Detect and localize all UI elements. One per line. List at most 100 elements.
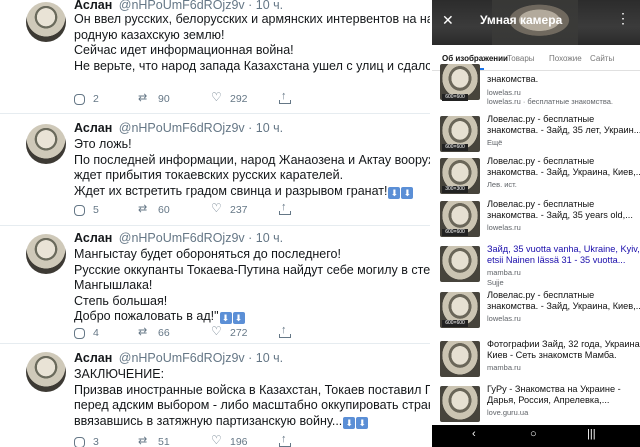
tweet[interactable]: Аслан @nHPoUmF6dROjz9v · 10 ч. Мангыстау… xyxy=(0,226,430,344)
image-size-badge: 600×600 xyxy=(442,320,468,327)
result-source[interactable]: mamba.ru xyxy=(487,268,521,277)
retweet-count: 60 xyxy=(158,204,170,216)
result-title[interactable]: Зайд, 35 vuotta vanha, Ukraine, Kyiv, ets… xyxy=(487,244,640,266)
tweet-actions: 2 90 292 xyxy=(74,90,314,107)
result-thumbnail[interactable] xyxy=(440,341,480,377)
reply-button[interactable]: 3 xyxy=(74,436,99,447)
share-button[interactable] xyxy=(279,201,291,215)
like-button[interactable]: 196 xyxy=(211,433,248,447)
tweet-time[interactable]: · 10 ч. xyxy=(248,121,283,135)
result-title[interactable]: Ловелас.ру - бесплатные знакомства. - Зай… xyxy=(487,114,640,136)
share-icon xyxy=(279,90,291,104)
reply-button[interactable]: 2 xyxy=(74,93,99,105)
tweet[interactable]: Аслан @nHPoUmF6dROjz9v · 10 ч. ЗАКЛЮЧЕНИ… xyxy=(0,344,430,447)
result-title[interactable]: ГуРу - Знакомства на Украине - Дарья, Рос… xyxy=(487,384,637,406)
tweet-line: Степь большая! xyxy=(74,293,168,308)
more-icon[interactable]: ⋮ xyxy=(616,10,630,27)
result-source[interactable]: love.guru.ua xyxy=(487,408,528,417)
tweet-text: Это ложь! По последней информации, народ… xyxy=(74,137,430,200)
result-thumbnail[interactable] xyxy=(440,246,480,282)
tweet-line: Мангыстау будет обороняться до последнег… xyxy=(74,247,341,261)
result-source[interactable]: Ещё xyxy=(487,138,502,147)
avatar[interactable] xyxy=(26,124,66,164)
recents-icon[interactable]: ||| xyxy=(587,428,596,440)
result-source: lowelas.ru · бесплатные знакомства. xyxy=(487,97,614,106)
author-name[interactable]: Аслан xyxy=(74,121,112,135)
tweet-actions: 5 60 237 xyxy=(74,201,314,218)
author-handle[interactable]: @nHPoUmF6dROjz9v xyxy=(119,351,245,365)
tweet-time[interactable]: · 10 ч. xyxy=(248,351,283,365)
result-source[interactable]: mamba.ru xyxy=(487,363,521,372)
image-size-badge: 600×600 xyxy=(442,144,468,151)
author-handle[interactable]: @nHPoUmF6dROjz9v xyxy=(119,121,245,135)
tab-similar[interactable]: Похожие xyxy=(549,54,582,63)
tweet-line: Ждет их встретить градом свинца и разрыв… xyxy=(74,184,424,200)
like-button[interactable]: 292 xyxy=(211,90,248,106)
tweet-header: Аслан @nHPoUmF6dROjz9v · 10 ч. xyxy=(74,121,283,135)
like-button[interactable]: 272 xyxy=(211,324,248,340)
retweet-button[interactable]: 60 xyxy=(138,202,170,217)
author-handle[interactable]: @nHPoUmF6dROjz9v xyxy=(119,0,245,12)
author-name[interactable]: Аслан xyxy=(74,231,112,245)
result-title[interactable]: знакомства. xyxy=(487,74,637,85)
result-source[interactable]: lowelas.ru xyxy=(487,314,521,323)
reply-count: 4 xyxy=(93,327,99,339)
result-title[interactable]: Ловелас.ру - бесплатные знакомства. - Зай… xyxy=(487,290,640,312)
share-button[interactable] xyxy=(279,90,291,104)
author-name[interactable]: Аслан xyxy=(74,351,112,365)
retweet-button[interactable]: 90 xyxy=(138,91,170,106)
share-button[interactable] xyxy=(279,324,291,338)
reply-button[interactable]: 4 xyxy=(74,327,99,339)
result-thumbnail[interactable] xyxy=(440,386,480,422)
reply-button[interactable]: 5 xyxy=(74,204,99,216)
like-button[interactable]: 237 xyxy=(211,201,248,217)
avatar[interactable] xyxy=(26,352,66,392)
tweet[interactable]: Аслан @nHPoUmF6dROjz9v · 10 ч. Он ввел р… xyxy=(0,0,430,114)
result-title[interactable]: Ловелас.ру - бесплатные знакомства. - Зай… xyxy=(487,156,640,178)
result-source[interactable]: Лев. ист. xyxy=(487,180,517,189)
result-title[interactable]: Фотографии Зайд, 32 года, Украина, Киев -… xyxy=(487,339,640,361)
retweet-button[interactable]: 66 xyxy=(138,325,170,340)
author-name[interactable]: Аслан xyxy=(74,0,112,12)
back-icon[interactable]: ‹ xyxy=(472,428,476,440)
home-icon[interactable]: ○ xyxy=(530,428,537,440)
retweet-button[interactable]: 51 xyxy=(138,434,170,447)
down-arrow-emoji: ⬇ xyxy=(401,186,414,199)
retweet-count: 90 xyxy=(158,93,170,105)
tweet-line: ввязавшись в затяжную партизанскую войну… xyxy=(74,414,424,430)
tweet-text: ЗАКЛЮЧЕНИЕ: Призвав иностранные войска в… xyxy=(74,367,430,430)
heart-icon xyxy=(211,324,222,339)
tab-products[interactable]: Товары xyxy=(507,54,535,63)
avatar[interactable] xyxy=(26,2,66,42)
tweet-feed: Аслан @nHPoUmF6dROjz9v · 10 ч. Он ввел р… xyxy=(0,0,430,447)
like-count: 196 xyxy=(230,436,248,447)
tab-sites[interactable]: Сайты xyxy=(590,54,614,63)
result-source[interactable]: lowelas.ru xyxy=(487,223,521,232)
share-icon xyxy=(279,201,291,215)
tab-about-image[interactable]: Об изображении xyxy=(442,54,508,63)
panel-title: Умная камера xyxy=(480,13,563,27)
tweet-line: Призвав иностранные войска в Казахстан, … xyxy=(74,382,430,397)
tweet-line: Мангышлака! xyxy=(74,278,153,292)
author-handle[interactable]: @nHPoUmF6dROjz9v xyxy=(119,231,245,245)
tweet-time[interactable]: · 10 ч. xyxy=(248,0,283,12)
tweet-actions: 4 66 272 xyxy=(74,324,314,341)
close-icon[interactable]: ✕ xyxy=(442,12,454,29)
reply-count: 2 xyxy=(93,93,99,105)
tweet-line: Это ложь! xyxy=(74,137,132,151)
avatar[interactable] xyxy=(26,234,66,274)
heart-icon xyxy=(211,201,222,216)
result-source[interactable]: lowelas.ru xyxy=(487,88,521,97)
image-size-badge: 600×600 xyxy=(442,229,468,236)
tweet-line: По последней информации, народ Жанаозена… xyxy=(74,152,430,167)
image-size-badge: 300×300 xyxy=(442,186,468,193)
tweet-line: перед адским выбором - либо масштабно ок… xyxy=(74,398,430,412)
result-title[interactable]: Ловелас.ру - бесплатные знакомства. - Зай… xyxy=(487,199,637,221)
tweet-line: ждет прибытия токаевских русских карател… xyxy=(74,168,344,182)
tweet-line: ЗАКЛЮЧЕНИЕ: xyxy=(74,367,165,381)
tweet-time[interactable]: · 10 ч. xyxy=(248,231,283,245)
down-arrow-emoji: ⬇ xyxy=(356,416,369,429)
retweet-icon xyxy=(138,434,150,447)
share-button[interactable] xyxy=(279,433,291,447)
tweet[interactable]: Аслан @nHPoUmF6dROjz9v · 10 ч. Это ложь!… xyxy=(0,114,430,226)
